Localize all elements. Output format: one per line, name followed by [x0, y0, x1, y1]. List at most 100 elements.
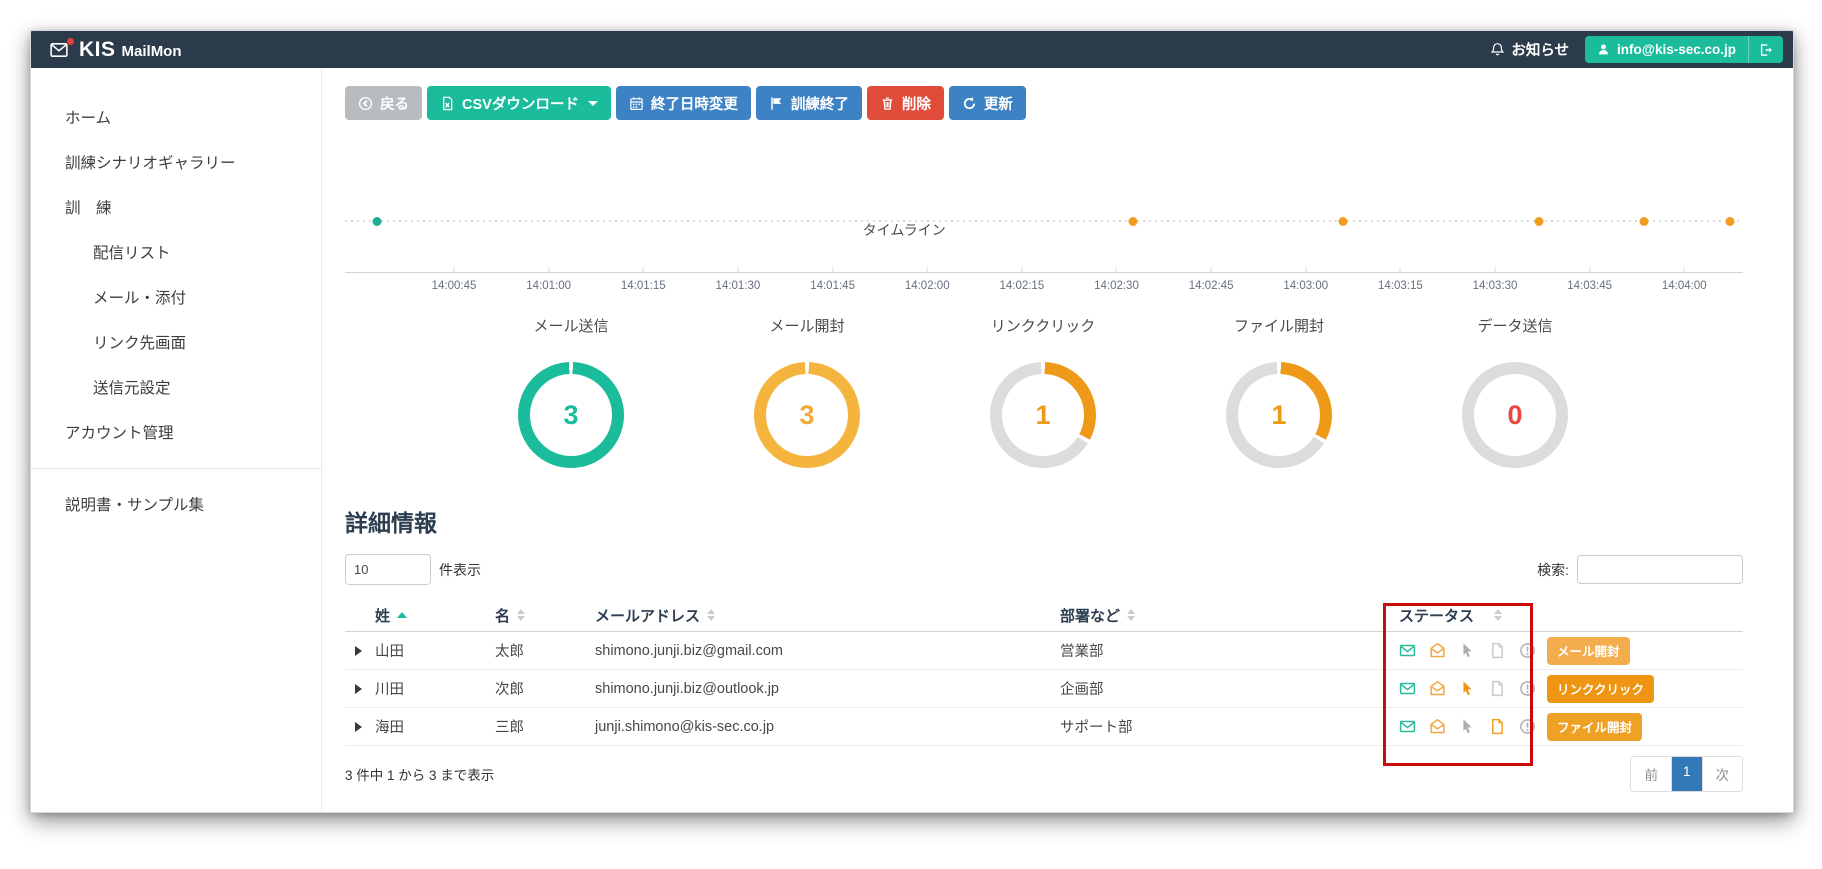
status-badge: メール開封	[1547, 636, 1630, 665]
sidebar-item-7[interactable]: アカウント管理	[31, 409, 321, 454]
mail-icon	[1399, 682, 1416, 695]
brand-mailmon: MailMon	[121, 42, 182, 60]
donut-value: 3	[799, 399, 815, 430]
timeline-chart: タイムライン 14:00:45 14:01:00 14:01:15 14:01:30 1…	[345, 216, 1743, 299]
sidebar-item-0[interactable]: ホーム	[31, 94, 321, 139]
timeline-tick-label: 14:02:00	[904, 280, 950, 292]
donut-3: ファイル開封 1	[1161, 315, 1397, 468]
timeline-tick	[1305, 267, 1307, 273]
brand-kis: KIS	[79, 37, 116, 61]
timeline-tick-label: 14:02:30	[1094, 280, 1139, 292]
sort-icon	[1127, 609, 1136, 621]
table-row-2: 海田 三郎 junji.shimono@kis-sec.co.jp サポート部 ファイル…	[345, 708, 1743, 746]
search-input[interactable]	[1577, 555, 1743, 584]
mail-open-icon	[1430, 680, 1445, 696]
refresh-icon	[963, 96, 975, 109]
sidebar-item-5[interactable]: リンク先画面	[31, 319, 321, 364]
timeline-tick-label: 14:00:45	[431, 280, 477, 292]
donut-ring: 0	[1462, 362, 1568, 468]
timeline-tick	[1115, 267, 1117, 273]
sidebar-item-6[interactable]: 送信元設定	[31, 364, 321, 409]
row-expand-cell	[345, 683, 375, 694]
column-header-3[interactable]: 部署など	[1060, 605, 1395, 626]
app-window: KIS MailMon お知らせ info@kis-sec.co.jp ホーム …	[30, 30, 1794, 813]
mail-open-icon	[1430, 642, 1445, 658]
cell-first-name: 次郎	[495, 682, 524, 698]
timeline-tick	[832, 267, 834, 273]
pagination-next-button[interactable]: 次	[1702, 757, 1742, 791]
sidebar-item-3[interactable]: 配信リスト	[31, 229, 321, 274]
pagination-page-1-button[interactable]: 1	[1671, 757, 1703, 791]
donut-value: 1	[1035, 399, 1051, 430]
row-expand-caret[interactable]	[355, 645, 362, 656]
cell-department: サポート部	[1060, 720, 1133, 736]
column-header-1[interactable]: 名	[495, 605, 595, 626]
file-icon	[1492, 680, 1503, 697]
sort-asc-icon	[397, 612, 408, 618]
status-badge: リンククリック	[1547, 674, 1655, 703]
cell-first-name: 太郎	[495, 644, 524, 660]
row-expand-caret[interactable]	[355, 721, 362, 732]
toolbar-button-5[interactable]: 更新	[948, 86, 1026, 120]
cell-last-name: 海田	[375, 720, 404, 736]
cell-status-badge: メール開封	[1545, 636, 1743, 665]
sidebar-divider	[31, 468, 321, 469]
toolbar-button-label: 終了日時変更	[650, 96, 738, 113]
row-expand-caret[interactable]	[355, 683, 362, 694]
status-badge: ファイル開封	[1547, 712, 1643, 741]
donut-title: データ送信	[1477, 318, 1553, 335]
timeline-tick-label: 14:03:00	[1283, 280, 1329, 292]
trash-icon	[882, 97, 893, 110]
alert-icon	[1520, 719, 1535, 734]
timeline-tick	[1021, 267, 1023, 273]
column-label: 名	[495, 607, 511, 625]
table-row-0: 山田 太郎 shimono.junji.biz@gmail.com 営業部 メール開封	[345, 632, 1743, 670]
sidebar-item-4[interactable]: メール・添付	[31, 274, 321, 319]
column-label: 部署など	[1060, 607, 1121, 625]
toolbar-button-3[interactable]: 訓練終了	[755, 86, 862, 120]
toolbar-button-4[interactable]: 削除	[866, 86, 944, 120]
column-label: メールアドレス	[595, 607, 701, 625]
sidebar-bottom-item-0[interactable]: 説明書・サンプル集	[31, 481, 321, 526]
donut-value: 1	[1271, 399, 1287, 430]
status-donut-charts: メール送信 3 メール開封 3 リンククリック 1 ファイル開封 1 データ送信 0	[453, 315, 1633, 468]
sidebar-item-1[interactable]: 訓練シナリオギャラリー	[31, 139, 321, 184]
cell-email: shimono.junji.biz@gmail.com	[595, 642, 783, 659]
notifications-link[interactable]: お知らせ	[1490, 39, 1569, 60]
sidebar-item-2[interactable]: 訓 練	[31, 184, 321, 229]
page-length-select[interactable]	[345, 554, 431, 585]
calendar-icon	[630, 96, 643, 110]
pagination-prev-button[interactable]: 前	[1631, 757, 1672, 791]
cell-status-icons	[1395, 718, 1545, 735]
cell-email: junji.shimono@kis-sec.co.jp	[595, 718, 775, 735]
timeline-tick	[926, 267, 928, 273]
cell-status-badge: ファイル開封	[1545, 712, 1743, 741]
column-header-2[interactable]: メールアドレス	[595, 605, 1060, 626]
logout-button[interactable]	[1748, 36, 1783, 63]
main-content: 戻る CSVダウンロード 終了日時変更 訓練終了 削除 更新 タイムライン 14:00:4…	[322, 68, 1793, 812]
column-header-4[interactable]: ステータス	[1395, 605, 1545, 626]
logo-red-dot	[67, 37, 74, 45]
mail-icon	[1399, 720, 1416, 733]
toolbar-button-label: CSVダウンロード	[462, 96, 579, 113]
cell-first-name: 三郎	[495, 720, 524, 736]
toolbar-button-0[interactable]: 戻る	[345, 86, 422, 120]
donut-0: メール送信 3	[453, 315, 689, 468]
column-label: 姓	[375, 607, 391, 625]
mail-icon	[1399, 644, 1416, 657]
account-email-button[interactable]: info@kis-sec.co.jp	[1585, 36, 1748, 63]
toolbar-button-label: 削除	[901, 96, 931, 113]
toolbar-button-label: 戻る	[380, 96, 409, 113]
timeline-event-dot-5	[1725, 216, 1735, 226]
table-info-text: 3 件中 1 から 3 まで表示	[345, 768, 495, 783]
timeline-tick-label: 14:03:45	[1567, 280, 1613, 292]
toolbar-button-1[interactable]: CSVダウンロード	[427, 86, 611, 120]
timeline-tick	[1399, 267, 1401, 273]
timeline-event-dot-3	[1534, 216, 1544, 226]
timeline-tick	[1683, 267, 1685, 273]
timeline-track	[345, 216, 1743, 226]
notice-label: お知らせ	[1511, 43, 1570, 59]
timeline-tick-label: 14:04:00	[1661, 280, 1707, 292]
toolbar-button-2[interactable]: 終了日時変更	[615, 86, 751, 120]
column-header-0[interactable]: 姓	[375, 605, 495, 626]
